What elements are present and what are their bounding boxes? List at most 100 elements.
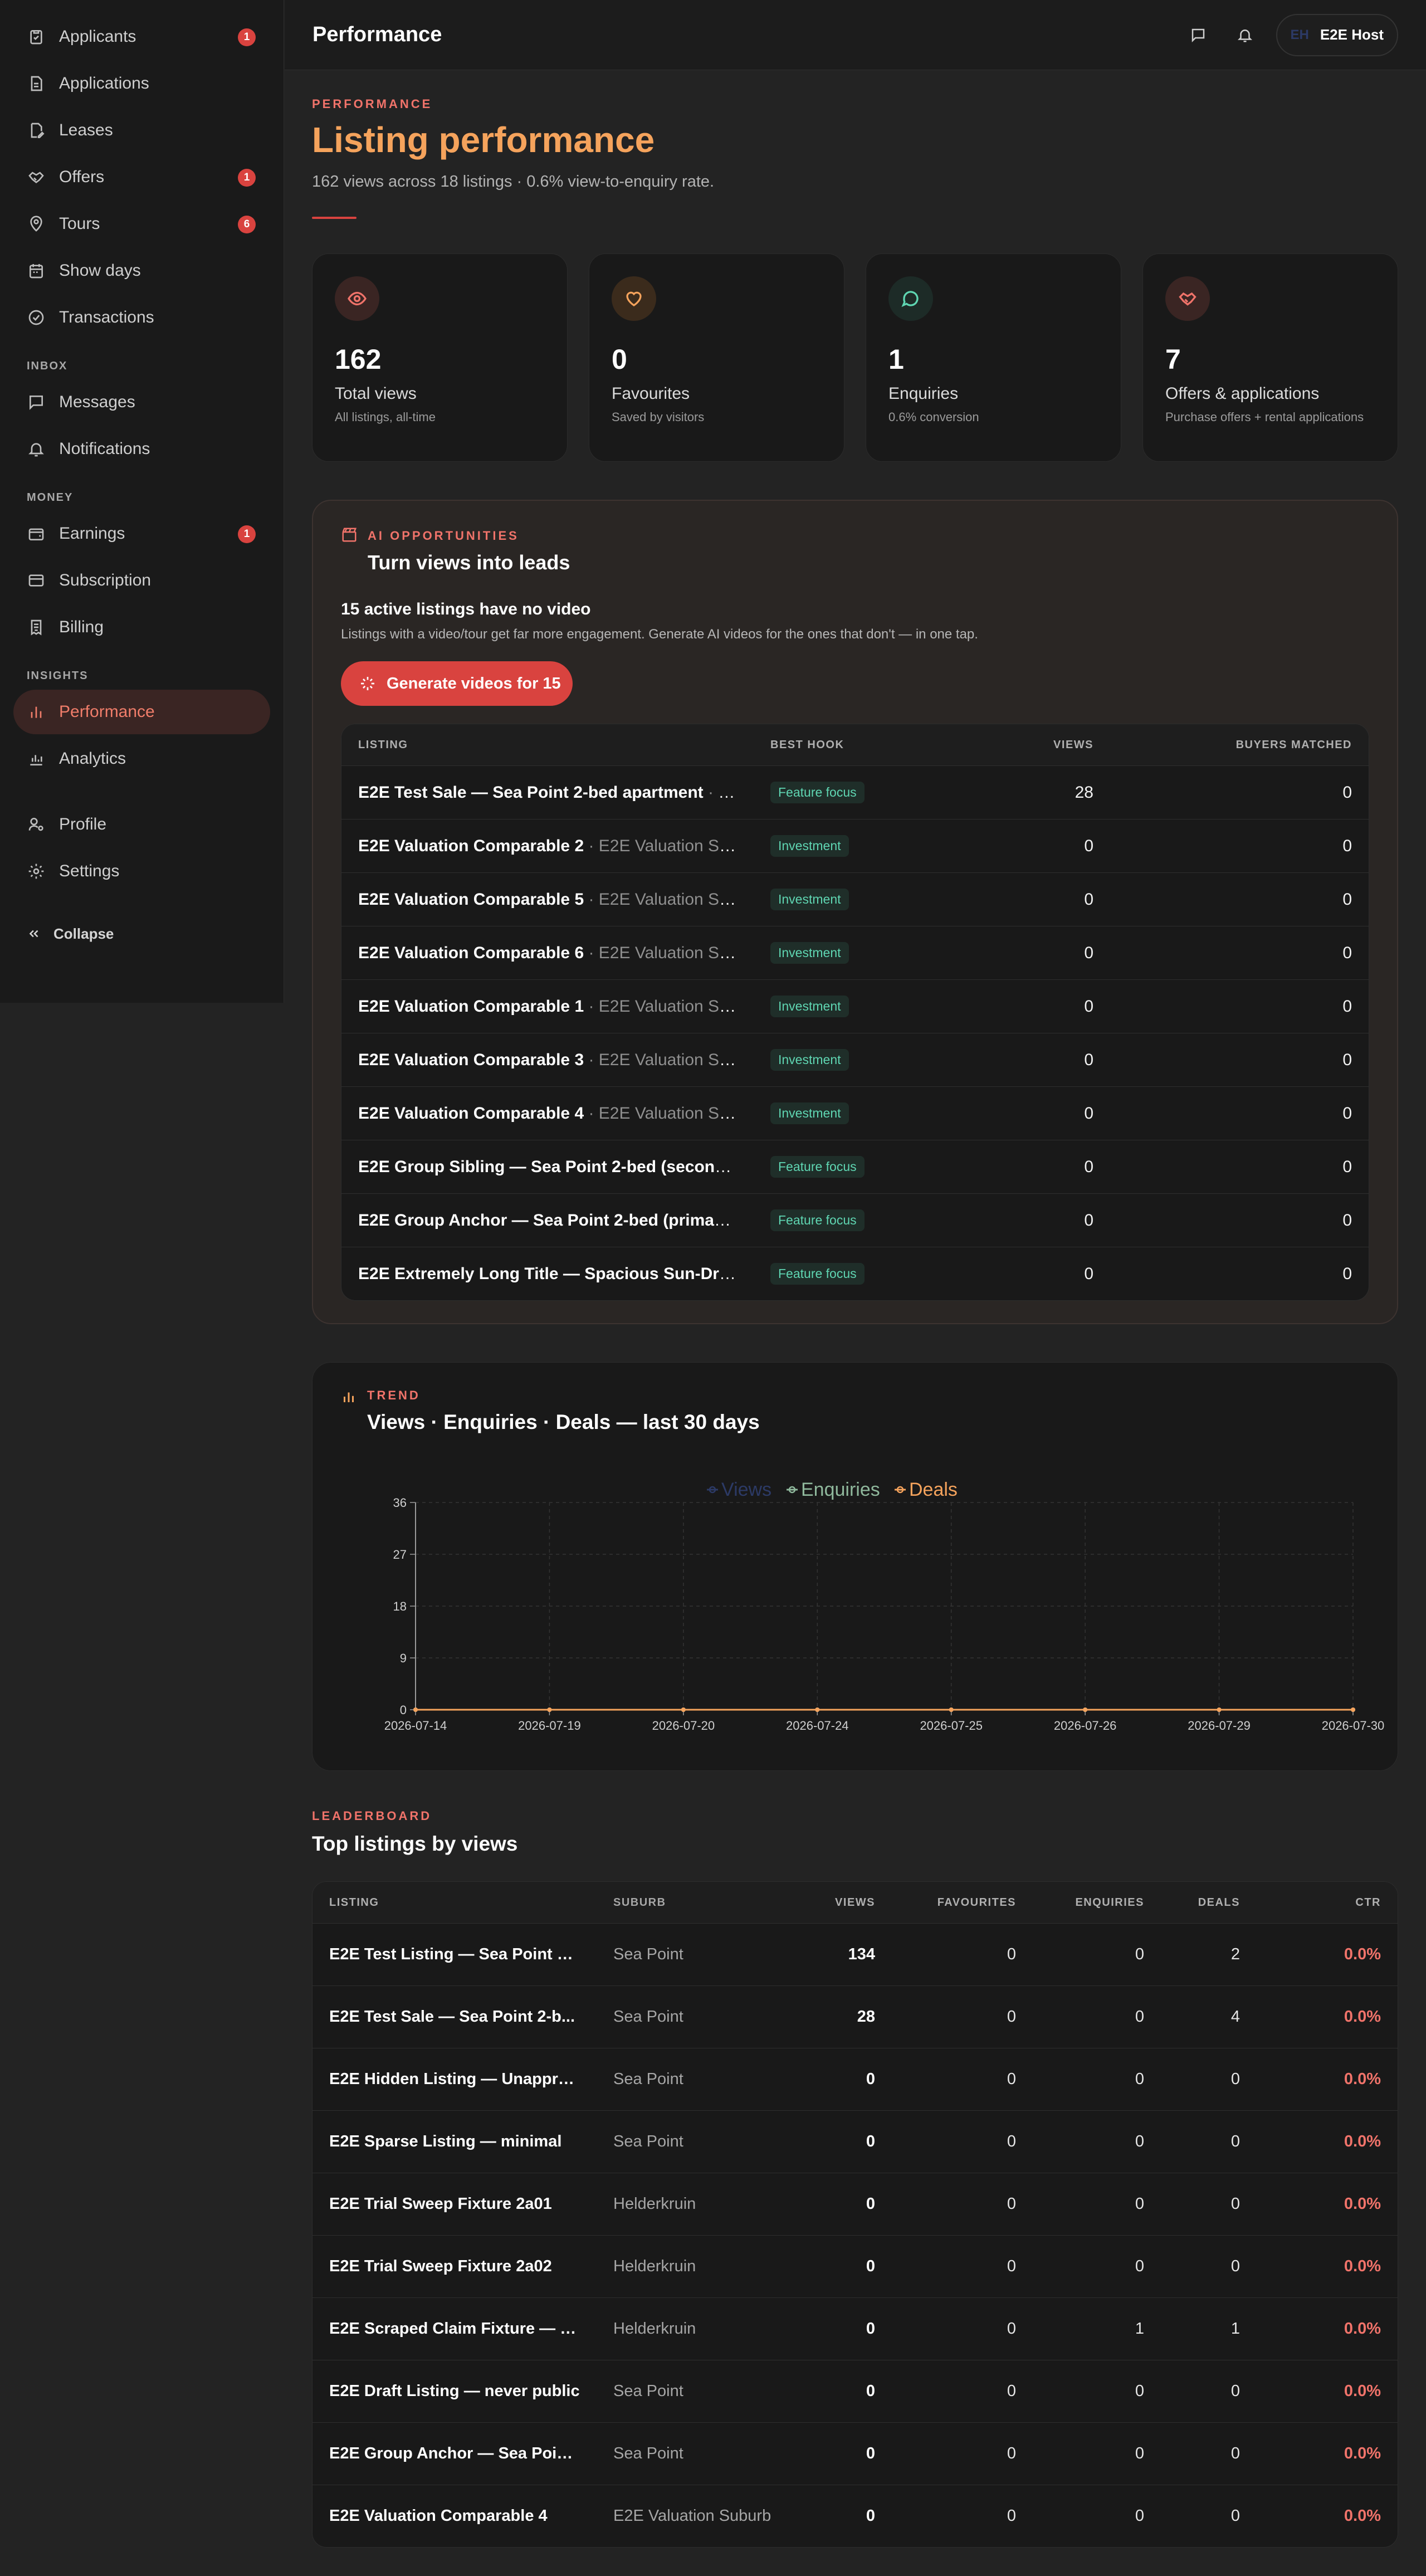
listing-cell: E2E Hidden Listing — Unappro... bbox=[329, 2070, 582, 2088]
listing-name: E2E Valuation Comparable 2 bbox=[358, 836, 584, 855]
user-menu-button[interactable]: EH E2E Host bbox=[1276, 13, 1398, 56]
listing-cell: E2E Valuation Comparable 3 · E2E Valuati… bbox=[341, 1051, 754, 1070]
buyers-matched-cell: 0 bbox=[1342, 1050, 1352, 1069]
handshake-icon bbox=[27, 168, 46, 187]
ctr-cell: 0.0% bbox=[1344, 2507, 1381, 2525]
sidebar-item-label: Offers bbox=[59, 168, 105, 186]
listing-cell: E2E Trial Sweep Fixture 2a02 bbox=[329, 2257, 552, 2275]
hook-badge: Investment bbox=[770, 1049, 849, 1071]
ctr-cell: 0.0% bbox=[1344, 2320, 1381, 2338]
listing-cell: E2E Valuation Comparable 2 · E2E Valuati… bbox=[341, 837, 754, 856]
sidebar-item-notifications[interactable]: Notifications bbox=[13, 427, 270, 471]
hook-badge: Investment bbox=[770, 996, 849, 1017]
table-row[interactable]: E2E Hidden Listing — Unappro... Sea Point… bbox=[312, 2048, 1398, 2110]
listing-cell: E2E Valuation Comparable 1 · E2E Valuati… bbox=[341, 997, 754, 1016]
stat-value: 7 bbox=[1165, 344, 1181, 375]
sidebar-item-label: Earnings bbox=[59, 524, 125, 543]
table-row[interactable]: E2E Trial Sweep Fixture 2a01 Helderkruin 0… bbox=[312, 2173, 1398, 2235]
col-buyers-matched: BUYERS MATCHED bbox=[1235, 738, 1352, 751]
deals-cell: 0 bbox=[1230, 2445, 1240, 2462]
favourites-cell: 0 bbox=[1007, 2445, 1016, 2462]
suburb-cell: Sea Point bbox=[613, 1945, 683, 1963]
ctr-cell: 0.0% bbox=[1344, 2382, 1381, 2400]
table-row[interactable]: E2E Group Anchor — Sea Point... Sea Point… bbox=[312, 2422, 1398, 2485]
sidebar-item-applicants[interactable]: Applicants 1 bbox=[13, 14, 270, 59]
enquiries-cell: 0 bbox=[1135, 2070, 1144, 2088]
table-row[interactable]: E2E Test Listing — Sea Point 2-... Sea Po… bbox=[312, 1923, 1398, 1985]
clapperboard-icon bbox=[341, 526, 358, 546]
stat-label: Enquiries bbox=[888, 384, 959, 403]
sidebar-item-subscription[interactable]: Subscription bbox=[13, 558, 270, 603]
collapse-button[interactable]: Collapse bbox=[13, 917, 270, 950]
stats-row: 162 Total views All listings, all-time 0 Fav… bbox=[312, 253, 1398, 462]
enquiries-cell: 0 bbox=[1135, 2008, 1144, 2026]
legend-label: Deals bbox=[909, 1479, 958, 1500]
sidebar-item-show-days[interactable]: Show days bbox=[13, 248, 270, 293]
sidebar-item-settings[interactable]: Settings bbox=[13, 849, 270, 894]
listing-cell: E2E Valuation Comparable 4 · E2E Valuati… bbox=[341, 1104, 754, 1123]
sidebar-item-label: Subscription bbox=[59, 571, 152, 589]
col-suburb: SUBURB bbox=[613, 1896, 666, 1909]
sidebar-item-label: Show days bbox=[59, 261, 141, 280]
table-row[interactable]: E2E Group Anchor — Sea Point 2-bed (prim… bbox=[341, 1193, 1369, 1247]
sidebar-item-profile[interactable]: Profile bbox=[13, 802, 270, 847]
table-row[interactable]: E2E Valuation Comparable 1 · E2E Valuati… bbox=[341, 979, 1369, 1033]
bar-chart-icon bbox=[27, 702, 46, 721]
sidebar: Applicants 1 Applications Leases Offers 1 Tour… bbox=[0, 0, 284, 1003]
sidebar-item-tours[interactable]: Tours 6 bbox=[13, 202, 270, 246]
sidebar-item-earnings[interactable]: Earnings 1 bbox=[13, 511, 270, 556]
trend-chart: 0 9 18 27 36 2026-07-14 2026-07-19 2026-07-20 20… bbox=[384, 1479, 1385, 1733]
sidebar-item-messages[interactable]: Messages bbox=[13, 380, 270, 425]
sidebar-item-billing[interactable]: Billing bbox=[13, 605, 270, 650]
avatar: EH bbox=[1290, 27, 1309, 42]
file-pen-icon bbox=[27, 121, 46, 140]
section-insights: INSIGHTS bbox=[27, 670, 89, 682]
table-row[interactable]: E2E Valuation Comparable 4 · E2E Valuati… bbox=[341, 1086, 1369, 1140]
stat-value: 0 bbox=[612, 344, 627, 375]
sidebar-item-performance[interactable]: Performance bbox=[13, 690, 270, 734]
deals-cell: 0 bbox=[1230, 2382, 1240, 2400]
map-pin-icon bbox=[27, 214, 46, 233]
sidebar-item-analytics[interactable]: Analytics bbox=[13, 736, 270, 781]
ctr-cell: 0.0% bbox=[1344, 2195, 1381, 2213]
table-row[interactable]: E2E Extremely Long Title — Spacious Sun-… bbox=[341, 1247, 1369, 1300]
trend-card: TREND Views · Enquiries · Deals — last 3… bbox=[312, 1362, 1398, 1771]
document-icon bbox=[27, 74, 46, 93]
table-row[interactable]: E2E Trial Sweep Fixture 2a02 Helderkruin 0… bbox=[312, 2235, 1398, 2297]
table-row[interactable]: E2E Sparse Listing — minimal Sea Point 0 0 0… bbox=[312, 2110, 1398, 2173]
deals-cell: 0 bbox=[1230, 2195, 1240, 2213]
table-row[interactable]: E2E Scraped Claim Fixture — P... Helderkr… bbox=[312, 2297, 1398, 2360]
table-row[interactable]: E2E Valuation Comparable 4 E2E Valuation … bbox=[312, 2485, 1398, 2547]
sidebar-item-leases[interactable]: Leases bbox=[13, 108, 270, 153]
table-row[interactable]: E2E Valuation Comparable 2 · E2E Valuati… bbox=[341, 819, 1369, 872]
messages-button[interactable] bbox=[1183, 19, 1214, 51]
table-row[interactable]: E2E Test Sale — Sea Point 2-bed apartmen… bbox=[341, 765, 1369, 819]
views-cell: 0 bbox=[1084, 943, 1093, 962]
credit-card-icon bbox=[27, 571, 46, 590]
ai-opportunities-card: AI OPPORTUNITIES Turn views into leads 1… bbox=[312, 500, 1398, 1324]
message-icon bbox=[27, 393, 46, 412]
col-views: VIEWS bbox=[835, 1896, 875, 1909]
stat-hint: Saved by visitors bbox=[612, 410, 705, 424]
hook-badge: Feature focus bbox=[770, 1263, 865, 1285]
stat-card-favourites: 0 Favourites Saved by visitors bbox=[589, 253, 844, 462]
table-row[interactable]: E2E Test Sale — Sea Point 2-b... Sea Poin… bbox=[312, 1985, 1398, 2048]
sidebar-item-offers[interactable]: Offers 1 bbox=[13, 155, 270, 199]
leaderboard-table: LISTING SUBURB VIEWS FAVOURITES ENQUIRIE… bbox=[312, 1881, 1398, 2548]
enquiries-cell: 0 bbox=[1135, 2195, 1144, 2213]
table-row[interactable]: E2E Valuation Comparable 5 · E2E Valuati… bbox=[341, 872, 1369, 926]
sidebar-item-applications[interactable]: Applications bbox=[13, 61, 270, 106]
notifications-button[interactable] bbox=[1229, 19, 1261, 51]
generate-videos-button[interactable]: Generate videos for 15 bbox=[341, 661, 573, 706]
section-inbox: INBOX bbox=[27, 360, 68, 372]
favourites-cell: 0 bbox=[1007, 2195, 1016, 2213]
leaderboard-title: Top listings by views bbox=[312, 1832, 518, 1855]
sidebar-item-transactions[interactable]: Transactions bbox=[13, 295, 270, 340]
table-row[interactable]: E2E Valuation Comparable 6 · E2E Valuati… bbox=[341, 926, 1369, 979]
table-row[interactable]: E2E Group Sibling — Sea Point 2-bed (sec… bbox=[341, 1140, 1369, 1193]
listing-name: E2E Valuation Comparable 3 bbox=[358, 1050, 584, 1069]
views-cell: 0 bbox=[1084, 890, 1093, 909]
table-row[interactable]: E2E Draft Listing — never public Sea Poin… bbox=[312, 2360, 1398, 2422]
sidebar-item-label: Leases bbox=[59, 121, 113, 139]
table-row[interactable]: E2E Valuation Comparable 3 · E2E Valuati… bbox=[341, 1033, 1369, 1086]
